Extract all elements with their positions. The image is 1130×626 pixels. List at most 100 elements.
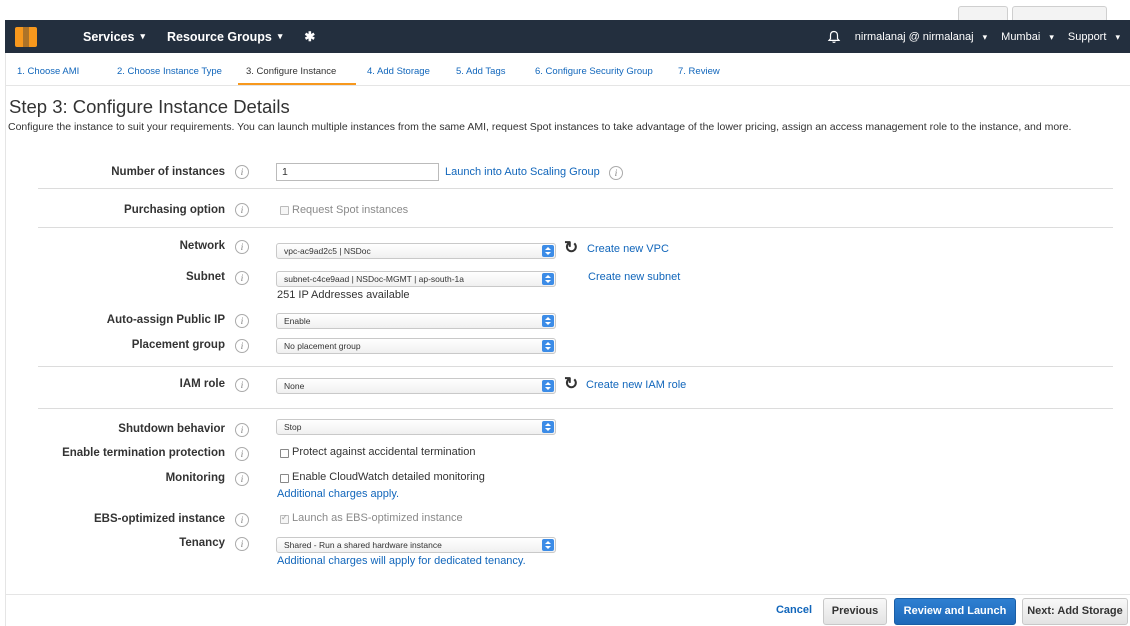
ebs-label: EBS-optimized instance — [94, 513, 225, 525]
tenancy-select[interactable]: Shared - Run a shared hardware instance — [276, 537, 556, 553]
content-border — [5, 53, 6, 626]
cancel-button[interactable]: Cancel — [770, 598, 818, 625]
shutdown-value: Stop — [284, 422, 302, 432]
region-menu[interactable]: Mumbai ▾ — [1001, 31, 1054, 43]
select-arrow-icon — [542, 315, 554, 327]
user-label: nirmalanaj @ nirmalanaj — [854, 30, 974, 43]
refresh-icon[interactable]: ↻ — [564, 375, 578, 392]
termination-checkbox-label: Protect against accidental termination — [292, 446, 476, 458]
monitoring-checkbox-label: Enable CloudWatch detailed monitoring — [292, 471, 485, 483]
public-ip-label: Auto-assign Public IP — [106, 314, 225, 326]
info-icon[interactable]: i — [235, 447, 249, 461]
create-iam-role-link[interactable]: Create new IAM role — [586, 379, 686, 391]
info-icon[interactable]: i — [609, 166, 623, 180]
termination-checkbox[interactable] — [280, 449, 289, 458]
instances-label: Number of instances — [111, 166, 225, 178]
section-divider — [38, 227, 1113, 228]
placement-label: Placement group — [131, 339, 225, 351]
select-arrow-icon — [542, 340, 554, 352]
info-icon[interactable]: i — [235, 271, 249, 285]
placement-select[interactable]: No placement group — [276, 338, 556, 354]
monitoring-checkbox[interactable] — [280, 474, 289, 483]
info-icon[interactable]: i — [235, 314, 249, 328]
auto-scaling-link[interactable]: Launch into Auto Scaling Group — [445, 166, 600, 178]
wizard-tabs: 1. Choose AMI 2. Choose Instance Type 3.… — [5, 53, 1130, 86]
browser-top-strip — [0, 0, 1130, 20]
footer-divider — [5, 594, 1130, 595]
top-navbar: Services ▾ Resource Groups ▾ ✱ nirmalana… — [5, 20, 1130, 53]
iam-label: IAM role — [179, 378, 225, 390]
shutdown-select[interactable]: Stop — [276, 419, 556, 435]
page-description: Configure the instance to suit your requ… — [8, 121, 1072, 133]
create-vpc-link[interactable]: Create new VPC — [587, 243, 669, 255]
info-icon[interactable]: i — [235, 423, 249, 437]
resource-groups-menu[interactable]: Resource Groups ▾ — [167, 30, 282, 44]
termination-label: Enable termination protection — [62, 447, 225, 459]
tab-configure-instance[interactable]: 3. Configure Instance — [246, 66, 336, 77]
chevron-down-icon: ▾ — [1115, 31, 1120, 42]
network-select[interactable]: vpc-ac9ad2c5 | NSDoc — [276, 243, 556, 259]
user-menu[interactable]: nirmalanaj @ nirmalanaj ▾ — [855, 31, 987, 43]
info-icon[interactable]: i — [235, 378, 249, 392]
previous-button[interactable]: Previous — [823, 598, 887, 625]
tenancy-charges-link[interactable]: Additional charges will apply for dedica… — [277, 555, 526, 567]
chevron-down-icon: ▾ — [140, 31, 145, 41]
chevron-down-icon: ▾ — [277, 31, 283, 41]
ebs-checkbox-label: Launch as EBS-optimized instance — [292, 512, 463, 524]
region-label: Mumbai — [1001, 30, 1041, 43]
ebs-checkbox[interactable] — [280, 513, 289, 524]
iam-value: None — [284, 381, 305, 391]
refresh-icon[interactable]: ↻ — [564, 239, 578, 256]
pin-icon[interactable]: ✱ — [304, 29, 315, 45]
network-label: Network — [179, 240, 225, 252]
tenancy-value: Shared - Run a shared hardware instance — [284, 540, 442, 550]
spot-checkbox[interactable] — [280, 206, 289, 215]
tab-add-tags[interactable]: 5. Add Tags — [456, 66, 505, 77]
network-value: vpc-ac9ad2c5 | NSDoc — [284, 246, 371, 256]
info-icon[interactable]: i — [235, 240, 249, 254]
tenancy-label: Tenancy — [179, 537, 225, 549]
purchasing-label: Purchasing option — [124, 204, 225, 216]
info-icon[interactable]: i — [235, 165, 249, 179]
select-arrow-icon — [542, 380, 554, 392]
next-add-storage-button[interactable]: Next: Add Storage — [1022, 598, 1128, 625]
create-subnet-link[interactable]: Create new subnet — [588, 271, 680, 283]
page-title: Step 3: Configure Instance Details — [9, 96, 290, 117]
tab-configure-security-group[interactable]: 6. Configure Security Group — [535, 66, 653, 77]
spot-checkbox-label: Request Spot instances — [292, 204, 409, 216]
section-divider — [38, 366, 1113, 367]
support-label: Support — [1067, 30, 1107, 43]
services-label: Services — [83, 29, 135, 44]
services-menu[interactable]: Services ▾ — [83, 30, 145, 44]
info-icon[interactable]: i — [235, 203, 249, 217]
iam-select[interactable]: None — [276, 378, 556, 394]
section-divider — [38, 408, 1113, 409]
shutdown-label: Shutdown behavior — [118, 423, 225, 435]
ghost-tab — [1012, 6, 1107, 20]
info-icon[interactable]: i — [235, 339, 249, 353]
tab-choose-instance-type[interactable]: 2. Choose Instance Type — [117, 66, 222, 77]
public-ip-select[interactable]: Enable — [276, 313, 556, 329]
tab-review[interactable]: 7. Review — [678, 66, 720, 77]
monitoring-label: Monitoring — [165, 472, 225, 484]
review-and-launch-button[interactable]: Review and Launch — [894, 598, 1016, 625]
select-arrow-icon — [542, 539, 554, 551]
ghost-tab — [958, 6, 1008, 20]
tab-choose-ami[interactable]: 1. Choose AMI — [17, 66, 79, 77]
info-icon[interactable]: i — [235, 472, 249, 486]
info-icon[interactable]: i — [235, 513, 249, 527]
subnet-label: Subnet — [186, 271, 225, 283]
public-ip-value: Enable — [284, 316, 311, 326]
subnet-value: subnet-c4ce9aad | NSDoc-MGMT | ap-south-… — [284, 274, 465, 284]
aws-logo-icon[interactable] — [15, 26, 37, 47]
placement-value: No placement group — [284, 341, 361, 351]
subnet-select[interactable]: subnet-c4ce9aad | NSDoc-MGMT | ap-south-… — [276, 271, 556, 287]
select-arrow-icon — [542, 245, 554, 257]
monitoring-charges-link[interactable]: Additional charges apply. — [277, 488, 399, 500]
instances-input[interactable]: 1 — [276, 163, 439, 181]
bell-icon[interactable] — [827, 30, 841, 44]
select-arrow-icon — [542, 273, 554, 285]
info-icon[interactable]: i — [235, 537, 249, 551]
tab-add-storage[interactable]: 4. Add Storage — [367, 66, 430, 77]
support-menu[interactable]: Support ▾ — [1068, 31, 1120, 43]
